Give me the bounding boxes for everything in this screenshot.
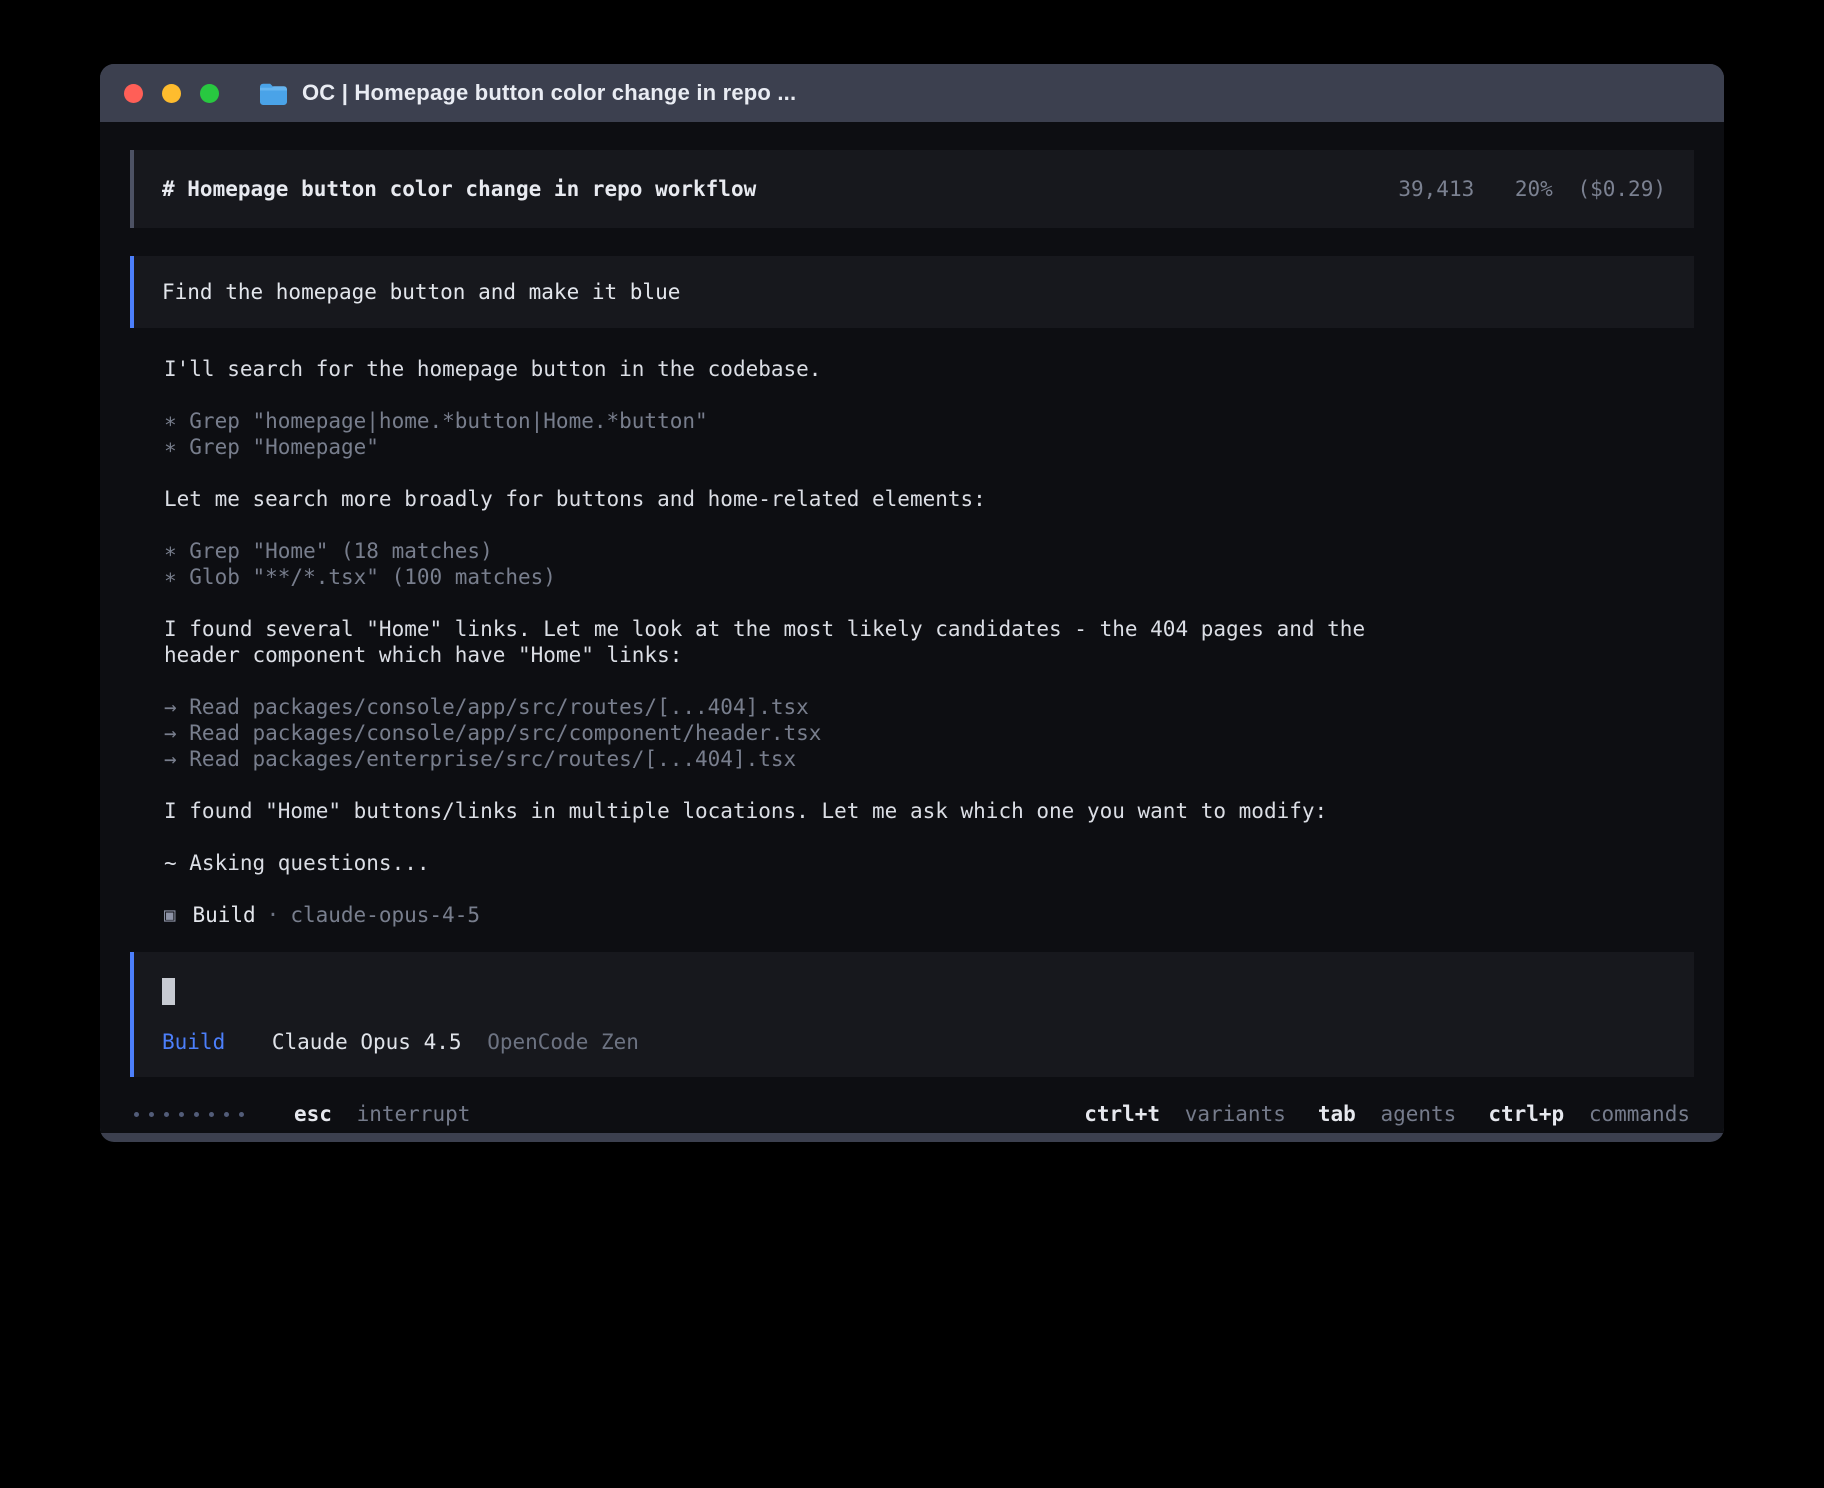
tool-call-read: → Read packages/enterprise/src/routes/[.… xyxy=(164,746,1660,772)
hint-variants: ctrl+t variants xyxy=(1084,1101,1286,1127)
agent-info-row: ▣ Build · claude-opus-4-5 xyxy=(164,902,1660,928)
label-commands: commands xyxy=(1589,1102,1690,1126)
agent-model: claude-opus-4-5 xyxy=(290,902,480,928)
folder-icon xyxy=(258,81,289,106)
tool-call-glob: ∗ Glob "**/*.tsx" (100 matches) xyxy=(164,564,1660,590)
terminal-content: # Homepage button color change in repo w… xyxy=(100,122,1724,1133)
asking-status: ~ Asking questions... xyxy=(164,850,1660,876)
status-bar-right: ctrl+t variants tab agents ctrl+p comman… xyxy=(1052,1101,1690,1127)
tool-call-grep: ∗ Grep "Home" (18 matches) xyxy=(164,538,1660,564)
token-count: 39,413 xyxy=(1398,177,1474,201)
label-variants: variants xyxy=(1185,1102,1286,1126)
tool-call-group: → Read packages/console/app/src/routes/[… xyxy=(164,694,1660,772)
hint-commands: ctrl+p commands xyxy=(1488,1101,1690,1127)
key-ctrl-t: ctrl+t xyxy=(1084,1102,1160,1126)
tool-call-grep: ∗ Grep "homepage|home.*button|Home.*butt… xyxy=(164,408,1660,434)
input-meta-row: Build Claude Opus 4.5 OpenCode Zen xyxy=(162,1029,1666,1055)
key-esc: esc xyxy=(294,1102,332,1126)
close-button[interactable] xyxy=(124,84,143,103)
provider-label: OpenCode Zen xyxy=(487,1030,639,1054)
session-meta: 39,413 20% ($0.29) xyxy=(1398,176,1666,202)
tool-call-read: → Read packages/console/app/src/routes/[… xyxy=(164,694,1660,720)
status-bar-left: esc interrupt xyxy=(134,1101,470,1127)
window-titlebar[interactable]: OC | Homepage button color change in rep… xyxy=(100,64,1724,122)
text-cursor xyxy=(162,978,175,1005)
agent-name: Build xyxy=(192,902,255,928)
assistant-paragraph: I found several "Home" links. Let me loo… xyxy=(164,616,1414,668)
status-bar: esc interrupt ctrl+t variants tab agents… xyxy=(130,1101,1694,1127)
terminal-window: OC | Homepage button color change in rep… xyxy=(100,64,1724,1142)
context-percent: 20% xyxy=(1515,177,1553,201)
tool-call-group: ∗ Grep "Home" (18 matches) ∗ Glob "**/*.… xyxy=(164,538,1660,590)
assistant-paragraph: I'll search for the homepage button in t… xyxy=(164,356,1414,382)
window-title: OC | Homepage button color change in rep… xyxy=(302,80,796,106)
session-cost: ($0.29) xyxy=(1577,177,1666,201)
model-label[interactable]: Claude Opus 4.5 xyxy=(272,1030,462,1054)
tool-call-grep: ∗ Grep "Homepage" xyxy=(164,434,1660,460)
user-message: Find the homepage button and make it blu… xyxy=(130,256,1694,328)
assistant-paragraph: I found "Home" buttons/links in multiple… xyxy=(164,798,1414,824)
label-interrupt: interrupt xyxy=(357,1102,471,1126)
session-title: # Homepage button color change in repo w… xyxy=(162,176,756,202)
minimize-button[interactable] xyxy=(162,84,181,103)
hint-agents: tab agents xyxy=(1318,1101,1456,1127)
key-tab: tab xyxy=(1318,1102,1356,1126)
session-header: # Homepage button color change in repo w… xyxy=(130,150,1694,228)
assistant-paragraph: Let me search more broadly for buttons a… xyxy=(164,486,1414,512)
mode-label[interactable]: Build xyxy=(162,1030,225,1054)
assistant-transcript: I'll search for the homepage button in t… xyxy=(130,356,1694,928)
agent-build-icon: ▣ xyxy=(164,902,175,928)
key-ctrl-p: ctrl+p xyxy=(1488,1102,1564,1126)
label-agents: agents xyxy=(1380,1102,1456,1126)
spinner-dots xyxy=(134,1112,254,1117)
tool-call-read: → Read packages/console/app/src/componen… xyxy=(164,720,1660,746)
agent-separator: · xyxy=(267,902,280,928)
hint-interrupt: esc interrupt xyxy=(294,1101,470,1127)
tool-call-group: ∗ Grep "homepage|home.*button|Home.*butt… xyxy=(164,408,1660,460)
prompt-input[interactable]: Build Claude Opus 4.5 OpenCode Zen xyxy=(130,952,1694,1077)
zoom-button[interactable] xyxy=(200,84,219,103)
user-message-text: Find the homepage button and make it blu… xyxy=(162,279,680,305)
